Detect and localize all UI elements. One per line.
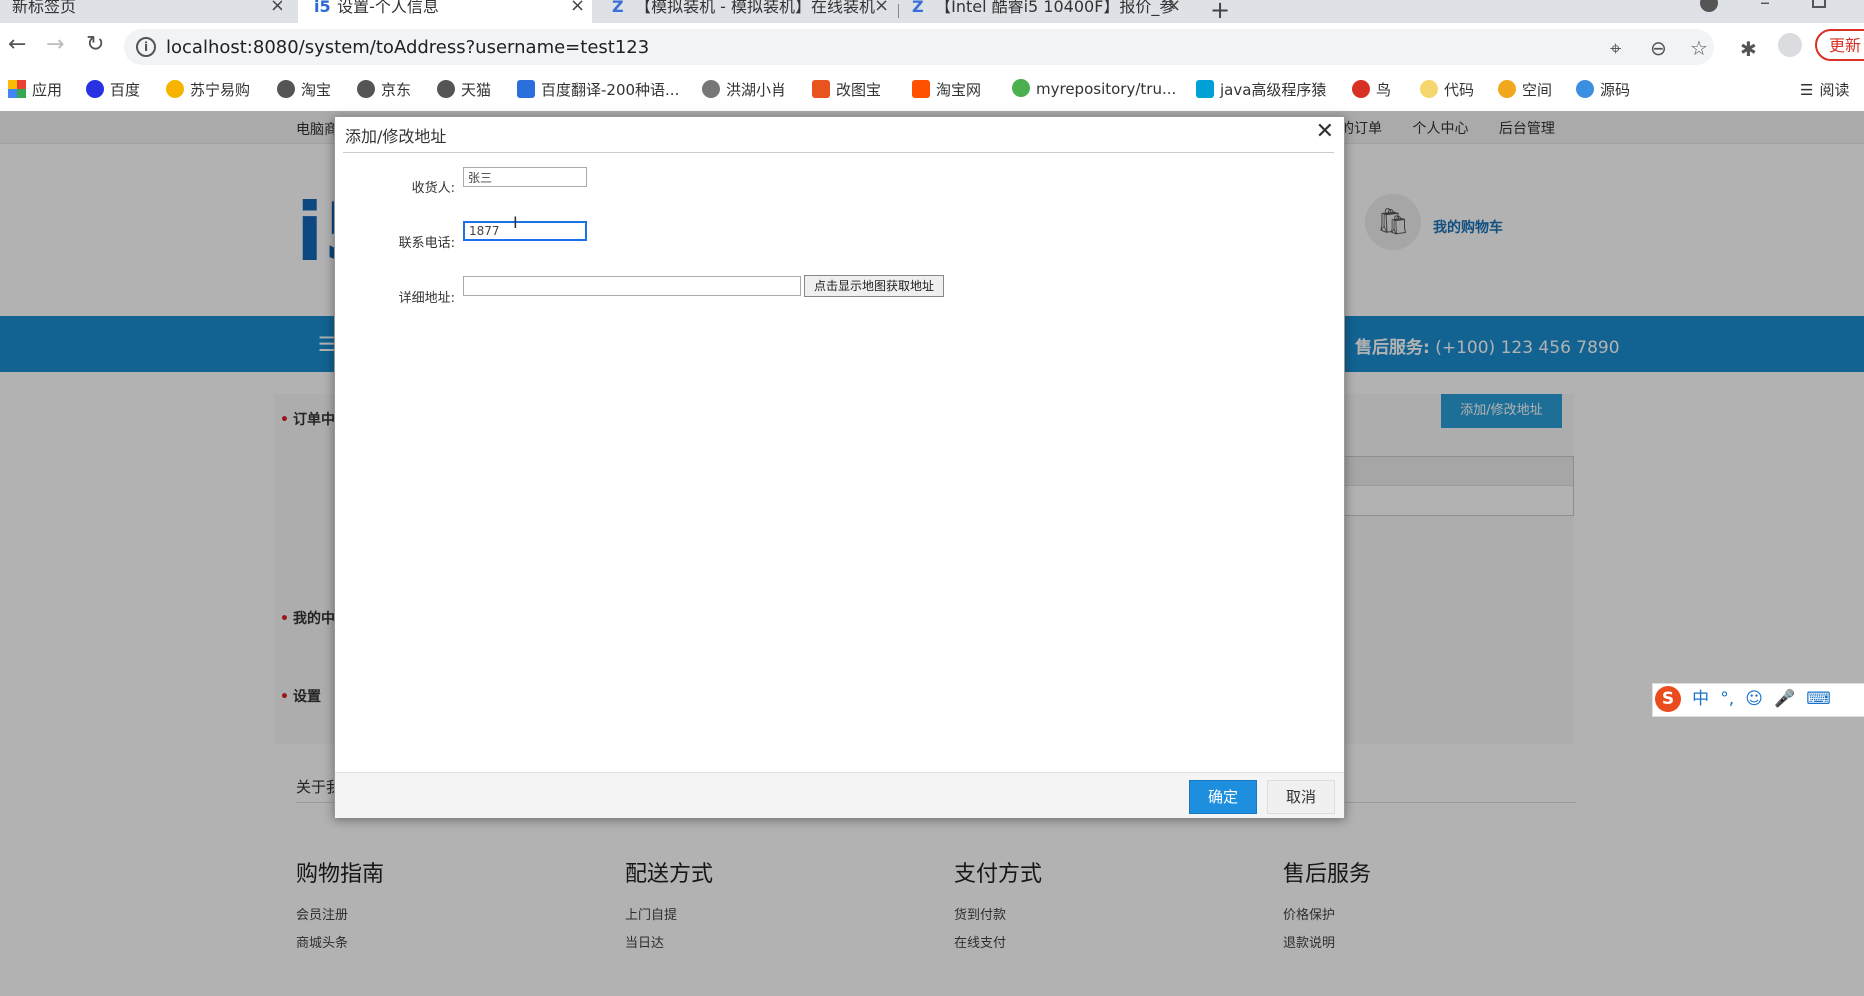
- new-tab-button[interactable]: +: [1210, 0, 1230, 24]
- emoji-icon[interactable]: ☺: [1745, 684, 1763, 714]
- address-input[interactable]: [463, 276, 801, 296]
- bookmark-item[interactable]: 京东: [357, 79, 411, 100]
- cancel-button[interactable]: 取消: [1267, 780, 1335, 814]
- bookmarks-bar: 应用 百度 苏宁易购 淘宝 京东 天猫 百度翻译-200种语... 洪湖小肖 改…: [0, 71, 1864, 112]
- tab-build-pc[interactable]: Z 【模拟装机 - 模拟装机】在线装机 ×: [610, 0, 900, 23]
- qzone-icon: [1498, 80, 1516, 98]
- receiver-label: 收货人:: [411, 181, 455, 196]
- chrome-icon: [1012, 79, 1030, 97]
- translate-icon: [517, 80, 535, 98]
- location-icon[interactable]: ⌖: [1610, 36, 1621, 60]
- tab-separator: [898, 4, 899, 18]
- taobao-icon: [912, 80, 930, 98]
- tab-label: 新标签页: [12, 0, 77, 16]
- globe-icon: [437, 80, 455, 98]
- globe-icon: [357, 80, 375, 98]
- reading-list[interactable]: ☰ 阅读: [1800, 79, 1849, 100]
- ime-mode[interactable]: 中: [1692, 684, 1709, 714]
- bookmark-apps[interactable]: 应用: [8, 79, 62, 100]
- phone-label: 联系电话:: [398, 236, 455, 251]
- site-favicon-icon: i5: [314, 0, 331, 16]
- extensions-icon[interactable]: ✱: [1740, 37, 1757, 61]
- bookmark-item[interactable]: 鸟: [1352, 79, 1391, 100]
- back-icon[interactable]: ←: [8, 33, 26, 57]
- ime-toolbar: S 中 °, ☺ 🎤 ⌨: [1652, 683, 1864, 717]
- address-dialog: 添加/修改地址 ✕ 收货人: 联系电话: I 详细地址: 点击显示地图获取地址 …: [334, 116, 1345, 818]
- address-label: 详细地址:: [398, 291, 455, 306]
- update-button[interactable]: 更新: [1815, 29, 1864, 61]
- tab-settings-profile[interactable]: i5 设置-个人信息 ×: [298, 0, 592, 23]
- phone-input[interactable]: [463, 221, 587, 241]
- bookmark-item[interactable]: 淘宝网: [912, 79, 981, 100]
- close-icon[interactable]: ×: [874, 0, 889, 15]
- bookmark-item[interactable]: 淘宝: [277, 79, 331, 100]
- reload-icon[interactable]: ↻: [86, 33, 104, 57]
- bookmark-item[interactable]: 改图宝: [812, 79, 881, 100]
- minimize-icon[interactable]: –: [1760, 0, 1770, 14]
- dialog-title: 添加/修改地址: [345, 127, 447, 146]
- show-map-button[interactable]: 点击显示地图获取地址: [804, 275, 944, 297]
- sogou-logo-icon[interactable]: S: [1655, 686, 1681, 712]
- receiver-input[interactable]: [463, 167, 587, 187]
- site-favicon-icon: Z: [912, 0, 924, 16]
- url-text[interactable]: localhost:8080/system/toAddress?username…: [166, 37, 649, 58]
- image-tool-icon: [812, 80, 830, 98]
- tab-label: 设置-个人信息: [337, 0, 439, 16]
- microphone-icon[interactable]: 🎤: [1774, 684, 1795, 714]
- bookmark-item[interactable]: 洪湖小肖: [702, 79, 786, 100]
- profile-dropdown-icon[interactable]: [1700, 0, 1718, 12]
- bookmark-item[interactable]: myrepository/tru...: [1012, 79, 1176, 98]
- close-icon[interactable]: ✕: [1316, 119, 1334, 144]
- profile-avatar-icon[interactable]: [1778, 33, 1802, 57]
- bird-icon: [1352, 80, 1370, 98]
- confirm-button[interactable]: 确定: [1189, 780, 1257, 814]
- baidu-icon: [86, 80, 104, 98]
- bookmark-item[interactable]: java高级程序猿: [1196, 79, 1326, 100]
- suning-icon: [166, 80, 184, 98]
- globe-icon: [277, 80, 295, 98]
- ime-punctuation[interactable]: °,: [1720, 684, 1734, 714]
- reading-list-icon: ☰: [1800, 81, 1814, 99]
- bird-icon: [702, 80, 720, 98]
- tab-new-tab[interactable]: 新标签页 ×: [12, 0, 282, 23]
- bookmark-item[interactable]: 空间: [1498, 79, 1552, 100]
- bookmark-item[interactable]: 源码: [1576, 79, 1630, 100]
- tab-label: 【模拟装机 - 模拟装机】在线装机: [635, 0, 876, 16]
- bookmark-item[interactable]: 百度翻译-200种语...: [517, 79, 679, 100]
- tab-label: 【Intel 酷睿i5 10400F】报价_参: [935, 0, 1176, 16]
- bookmark-item[interactable]: 代码: [1420, 79, 1474, 100]
- zoom-icon[interactable]: ⊖: [1650, 36, 1667, 60]
- tab-intel-price[interactable]: Z 【Intel 酷睿i5 10400F】报价_参 ×: [910, 0, 1186, 23]
- dialog-divider: [343, 152, 1334, 153]
- folder-icon: [1420, 80, 1438, 98]
- text-cursor-icon: I: [513, 213, 518, 232]
- bookmark-item[interactable]: 天猫: [437, 79, 491, 100]
- tab-bar: 新标签页 × i5 设置-个人信息 × Z 【模拟装机 - 模拟装机】在线装机 …: [0, 0, 1864, 24]
- restore-icon[interactable]: [1812, 0, 1826, 8]
- close-icon[interactable]: ×: [570, 0, 585, 15]
- address-row: ← → ↻ i localhost:8080/system/toAddress?…: [0, 23, 1864, 71]
- apps-grid-icon: [8, 80, 26, 98]
- info-icon[interactable]: i: [136, 37, 156, 57]
- site-favicon-icon: Z: [612, 0, 624, 16]
- close-icon[interactable]: ×: [270, 0, 282, 15]
- bookmark-star-icon[interactable]: ☆: [1690, 36, 1708, 60]
- source-icon: [1576, 80, 1594, 98]
- bookmark-item[interactable]: 苏宁易购: [166, 79, 250, 100]
- address-bar[interactable]: i localhost:8080/system/toAddress?userna…: [124, 29, 1714, 65]
- forward-icon[interactable]: →: [46, 33, 64, 57]
- keyboard-icon[interactable]: ⌨: [1806, 684, 1831, 714]
- close-icon[interactable]: ×: [1166, 0, 1181, 15]
- bilibili-icon: [1196, 80, 1214, 98]
- bookmark-item[interactable]: 百度: [86, 79, 140, 100]
